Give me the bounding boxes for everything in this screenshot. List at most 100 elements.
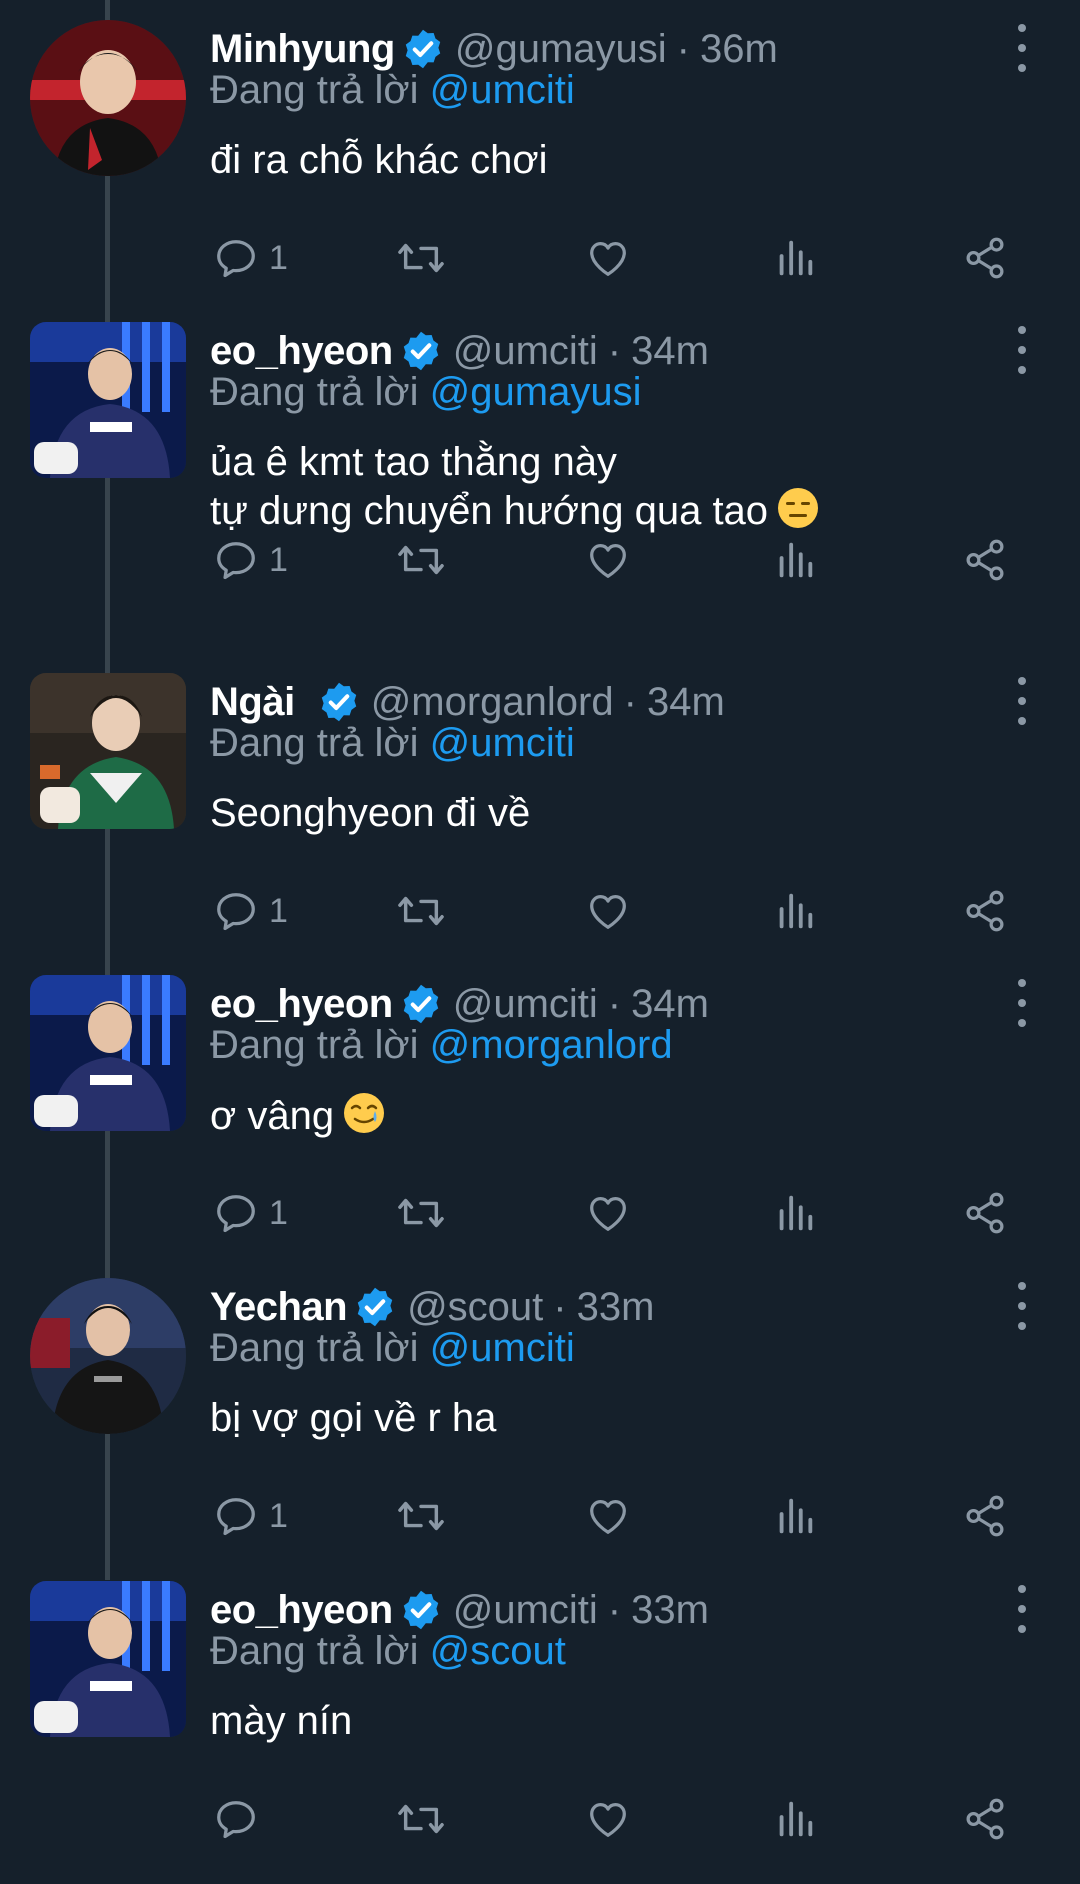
like-button[interactable] xyxy=(585,1185,631,1241)
share-button[interactable] xyxy=(962,1488,1008,1544)
reply-button[interactable]: 1 xyxy=(213,230,288,286)
retweet-button[interactable] xyxy=(396,883,446,939)
avatar[interactable] xyxy=(30,673,186,829)
timestamp[interactable]: 34m xyxy=(631,982,709,1027)
like-button[interactable] xyxy=(585,1488,631,1544)
tweet-item[interactable]: Ngài @morganlord · 34m Đang trả lời @umc… xyxy=(0,673,1080,976)
heart-icon xyxy=(590,543,626,578)
reply-button[interactable]: 1 xyxy=(213,883,288,939)
separator-dot: · xyxy=(553,1284,567,1329)
user-handle[interactable]: @scout xyxy=(407,1285,543,1330)
user-handle[interactable]: @umciti xyxy=(453,329,598,374)
tweet-text-line: Seonghyeon đi về xyxy=(210,791,531,835)
views-button[interactable] xyxy=(775,230,815,286)
avatar[interactable] xyxy=(30,322,186,478)
more-vertical-icon[interactable] xyxy=(1010,979,1034,1027)
separator-dot: · xyxy=(676,26,690,71)
tweet-text: Seonghyeon đi về xyxy=(210,789,530,837)
more-vertical-icon[interactable] xyxy=(1010,1282,1034,1330)
avatar[interactable] xyxy=(30,1278,186,1434)
replying-to-mention[interactable]: @umciti xyxy=(430,721,575,765)
views-button[interactable] xyxy=(775,532,815,588)
like-button[interactable] xyxy=(585,883,631,939)
verified-badge-icon xyxy=(353,1285,397,1329)
like-button[interactable] xyxy=(585,532,631,588)
tweet-item[interactable]: Minhyung @gumayusi · 36m Đang trả lời @u… xyxy=(0,20,1080,323)
verified-badge-icon xyxy=(399,982,443,1026)
tweet-text-line: tự dưng chuyển hướng qua tao xyxy=(210,489,769,534)
heart-icon xyxy=(590,241,626,276)
replying-to-mention[interactable]: @scout xyxy=(430,1629,566,1673)
replying-to-line: Đang trả lời @scout xyxy=(210,1629,566,1674)
tweet-item[interactable]: eo_hyeon @umciti · 34m Đang trả lời @gum… xyxy=(0,322,1080,625)
retweet-button[interactable] xyxy=(396,230,446,286)
share-button[interactable] xyxy=(962,1185,1008,1241)
share-icon xyxy=(966,1495,1004,1537)
reply-button[interactable]: 1 xyxy=(213,1185,288,1241)
user-handle[interactable]: @umciti xyxy=(453,1588,598,1633)
action-bar: 1 xyxy=(210,230,1010,286)
replying-to-mention[interactable]: @gumayusi xyxy=(430,370,642,414)
share-icon xyxy=(966,237,1004,279)
views-button[interactable] xyxy=(775,1185,815,1241)
replying-to-line: Đang trả lời @umciti xyxy=(210,1326,575,1371)
replying-to-mention[interactable]: @umciti xyxy=(430,68,575,112)
more-vertical-icon[interactable] xyxy=(1010,677,1034,725)
action-bar: 1 xyxy=(210,883,1010,939)
share-button[interactable] xyxy=(962,230,1008,286)
display-name[interactable]: eo_hyeon xyxy=(210,982,393,1027)
share-icon xyxy=(966,890,1004,932)
display-name[interactable]: Ngài xyxy=(210,680,295,725)
replying-to-label: Đang trả lời xyxy=(210,1326,419,1370)
reply-bubble-icon xyxy=(217,542,255,580)
retweet-icon xyxy=(398,545,444,575)
user-handle[interactable]: @gumayusi xyxy=(455,27,667,72)
reply-button[interactable]: 1 xyxy=(213,1488,288,1544)
display-name[interactable]: eo_hyeon xyxy=(210,329,393,374)
separator-dot: · xyxy=(607,981,622,1026)
replying-to-mention[interactable]: @morganlord xyxy=(430,1023,673,1067)
views-button[interactable] xyxy=(775,1488,815,1544)
more-vertical-icon[interactable] xyxy=(1010,24,1034,72)
reply-button[interactable]: 1 xyxy=(213,532,288,588)
display-name[interactable]: Minhyung xyxy=(210,27,395,72)
retweet-button[interactable] xyxy=(396,1185,446,1241)
timestamp[interactable]: 36m xyxy=(700,27,778,72)
more-vertical-icon[interactable] xyxy=(1010,1585,1034,1633)
replying-to-mention[interactable]: @umciti xyxy=(430,1326,575,1370)
tweet-text-line: ơ vâng xyxy=(210,1094,335,1139)
display-name[interactable]: eo_hyeon xyxy=(210,1588,393,1633)
timestamp[interactable]: 34m xyxy=(647,680,725,725)
share-button[interactable] xyxy=(962,532,1008,588)
timestamp[interactable]: 34m xyxy=(631,329,709,374)
views-button[interactable] xyxy=(775,883,815,939)
user-handle[interactable]: @morganlord xyxy=(371,680,614,725)
analytics-bars-icon xyxy=(779,1801,813,1837)
verified-badge-icon xyxy=(401,27,445,71)
replying-to-label: Đang trả lời xyxy=(210,370,419,414)
share-button[interactable] xyxy=(962,883,1008,939)
verified-badge-icon xyxy=(317,680,361,724)
timestamp[interactable]: 33m xyxy=(577,1285,655,1330)
avatar[interactable] xyxy=(30,20,186,176)
heart-icon xyxy=(590,894,626,929)
analytics-bars-icon xyxy=(779,1498,813,1534)
tweet-text: đi ra chỗ khác chơi xyxy=(210,136,548,184)
replying-to-line: Đang trả lời @gumayusi xyxy=(210,370,641,415)
avatar[interactable] xyxy=(30,975,186,1131)
timestamp[interactable]: 33m xyxy=(631,1588,709,1633)
avatar[interactable] xyxy=(30,1581,186,1737)
heart-icon xyxy=(590,1196,626,1231)
action-bar: 1 xyxy=(210,532,1010,588)
tweet-item[interactable]: eo_hyeon @umciti · 34m Đang trả lời @mor… xyxy=(0,975,1080,1278)
retweet-button[interactable] xyxy=(396,532,446,588)
retweet-button[interactable] xyxy=(396,1488,446,1544)
user-handle[interactable]: @umciti xyxy=(453,982,598,1027)
retweet-icon xyxy=(398,243,444,273)
display-name[interactable]: Yechan xyxy=(210,1285,348,1330)
tweet-item[interactable]: Yechan @scout · 33m Đang trả lời @umciti… xyxy=(0,1278,1080,1581)
analytics-bars-icon xyxy=(779,1195,813,1231)
reply-count: 1 xyxy=(269,1496,288,1535)
like-button[interactable] xyxy=(585,230,631,286)
more-vertical-icon[interactable] xyxy=(1010,326,1034,374)
